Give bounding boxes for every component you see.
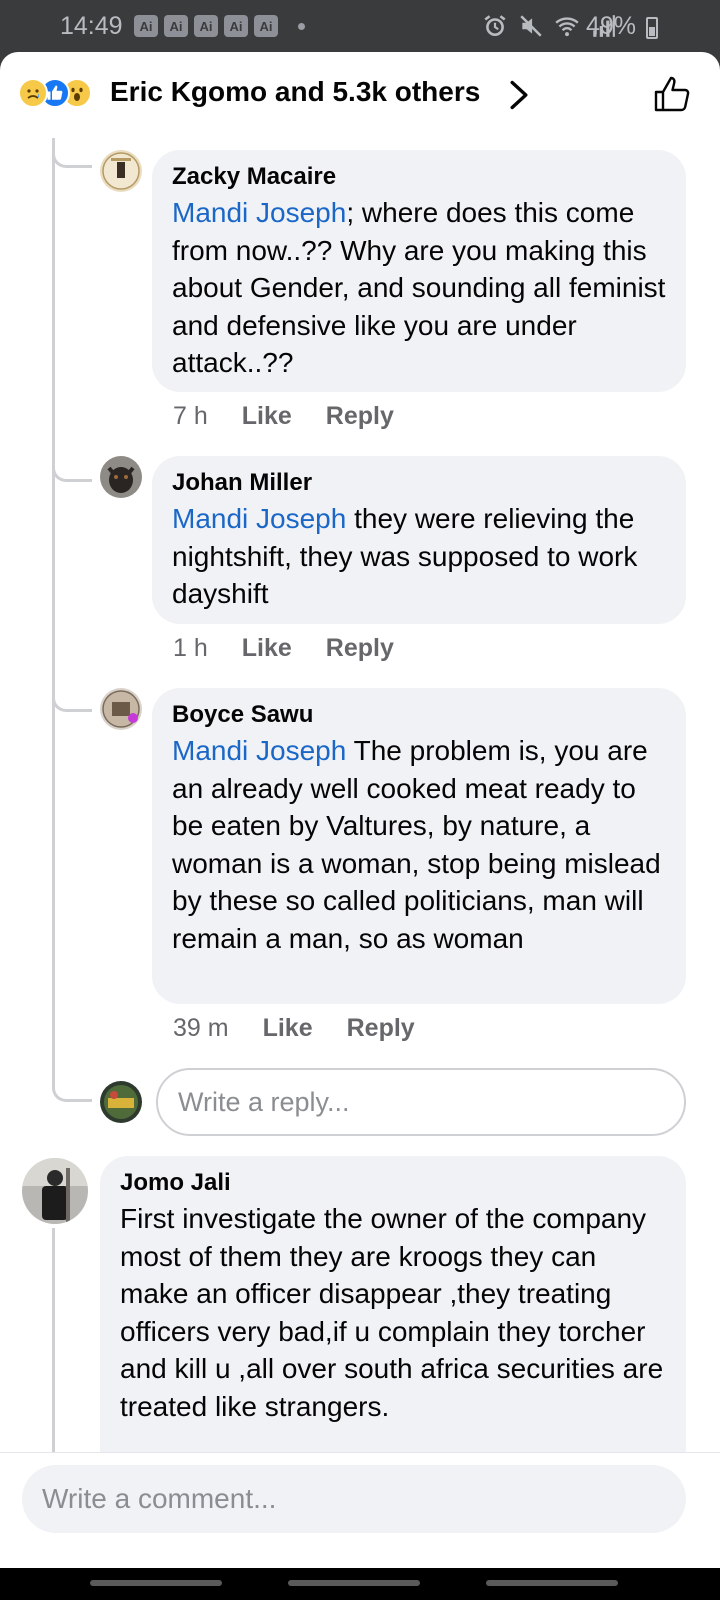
mention-link[interactable]: Mandi Joseph: [172, 503, 346, 534]
comments-sheet: Eric Kgomo and 5.3k others Zacky Macaire…: [0, 52, 720, 1568]
reply-bubble: Johan Miller Mandi Joseph they were reli…: [152, 456, 686, 624]
avatar[interactable]: [100, 688, 142, 730]
comment-author[interactable]: Jomo Jali: [120, 1168, 666, 1198]
ai-badge: Ai: [224, 15, 248, 37]
reply-actions: 7 h Like Reply: [173, 402, 394, 431]
ai-badge: Ai: [134, 15, 158, 37]
thread-line: [52, 138, 55, 1078]
status-time: 14:49: [60, 12, 123, 40]
sad-reaction-icon: [18, 78, 48, 108]
avatar[interactable]: [100, 456, 142, 498]
reply-body: The problem is, you are an already well …: [172, 735, 661, 954]
reply-actions: 39 m Like Reply: [173, 1014, 415, 1043]
chevron-right-icon[interactable]: [505, 78, 533, 112]
avatar[interactable]: [22, 1158, 88, 1224]
wifi-icon: [555, 17, 579, 37]
like-button[interactable]: Like: [242, 402, 292, 431]
reply-button[interactable]: Reply: [326, 402, 394, 431]
reactions-summary[interactable]: Eric Kgomo and 5.3k others: [110, 76, 480, 108]
like-button[interactable]: Like: [263, 1014, 313, 1043]
reply-input[interactable]: Write a reply...: [156, 1068, 686, 1136]
status-bar: 14:49 Ai Ai Ai Ai Ai 49%: [0, 0, 720, 52]
nav-home[interactable]: [288, 1580, 420, 1586]
comment-composer: Write a comment...: [0, 1452, 720, 1568]
reply-time: 7 h: [173, 402, 208, 430]
reply-bubble: Zacky Macaire Mandi Joseph; where does t…: [152, 150, 686, 392]
thread-line: [52, 1228, 55, 1458]
thread-connector: [52, 682, 92, 712]
like-button[interactable]: Like: [242, 634, 292, 663]
nav-recents[interactable]: [90, 1580, 222, 1586]
mention-link[interactable]: Mandi Joseph: [172, 735, 346, 766]
notification-dot: [298, 23, 305, 30]
reply-author[interactable]: Johan Miller: [172, 468, 666, 498]
nav-back[interactable]: [486, 1580, 618, 1586]
reactions-header[interactable]: Eric Kgomo and 5.3k others: [0, 52, 720, 138]
reply-author[interactable]: Zacky Macaire: [172, 162, 666, 192]
reply-bubble: Boyce Sawu Mandi Joseph The problem is, …: [152, 688, 686, 1004]
battery-level: 49%: [585, 12, 636, 40]
reply-author[interactable]: Boyce Sawu: [172, 700, 666, 730]
reply-button[interactable]: Reply: [326, 634, 394, 663]
navigation-bar: [0, 1568, 720, 1600]
mention-link[interactable]: Mandi Joseph: [172, 197, 346, 228]
reply-actions: 1 h Like Reply: [173, 634, 394, 663]
mute-icon: [520, 15, 542, 37]
reply-time: 39 m: [173, 1014, 229, 1042]
comment-bubble: Jomo Jali First investigate the owner of…: [100, 1156, 686, 1476]
like-icon[interactable]: [652, 74, 692, 114]
thread-connector: [52, 1072, 92, 1102]
reply-button[interactable]: Reply: [347, 1014, 415, 1043]
alarm-icon: [484, 15, 506, 36]
reply-text: Mandi Joseph they were relieving the nig…: [172, 500, 666, 613]
comment-input[interactable]: Write a comment...: [22, 1465, 686, 1533]
ai-badges: Ai Ai Ai Ai Ai: [134, 15, 278, 37]
thread-connector: [52, 138, 92, 168]
thread-connector: [52, 452, 92, 482]
avatar[interactable]: [100, 150, 142, 192]
ai-badge: Ai: [254, 15, 278, 37]
ai-badge: Ai: [164, 15, 188, 37]
reaction-icons: [18, 78, 92, 108]
avatar: [100, 1081, 142, 1123]
ai-badge: Ai: [194, 15, 218, 37]
battery-icon: [646, 17, 658, 39]
comment-text: First investigate the owner of the compa…: [120, 1203, 664, 1422]
reply-text: Mandi Joseph; where does this come from …: [172, 194, 666, 382]
reply-time: 1 h: [173, 634, 208, 662]
reply-text: Mandi Joseph The problem is, you are an …: [172, 732, 666, 957]
